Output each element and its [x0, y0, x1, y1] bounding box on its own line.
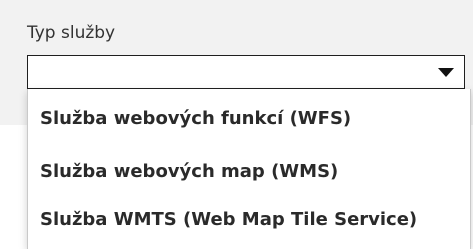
service-type-dropdown-list: Služba webových funkcí (WFS) Služba webo… — [27, 89, 471, 249]
option-wms[interactable]: Služba webových map (WMS) — [40, 161, 338, 182]
service-type-label: Typ služby — [27, 23, 116, 43]
caret-down-icon — [438, 68, 454, 77]
option-wfs[interactable]: Služba webových funkcí (WFS) — [40, 108, 351, 129]
option-wmts[interactable]: Služba WMTS (Web Map Tile Service) — [40, 209, 417, 230]
service-type-select[interactable] — [27, 55, 465, 89]
